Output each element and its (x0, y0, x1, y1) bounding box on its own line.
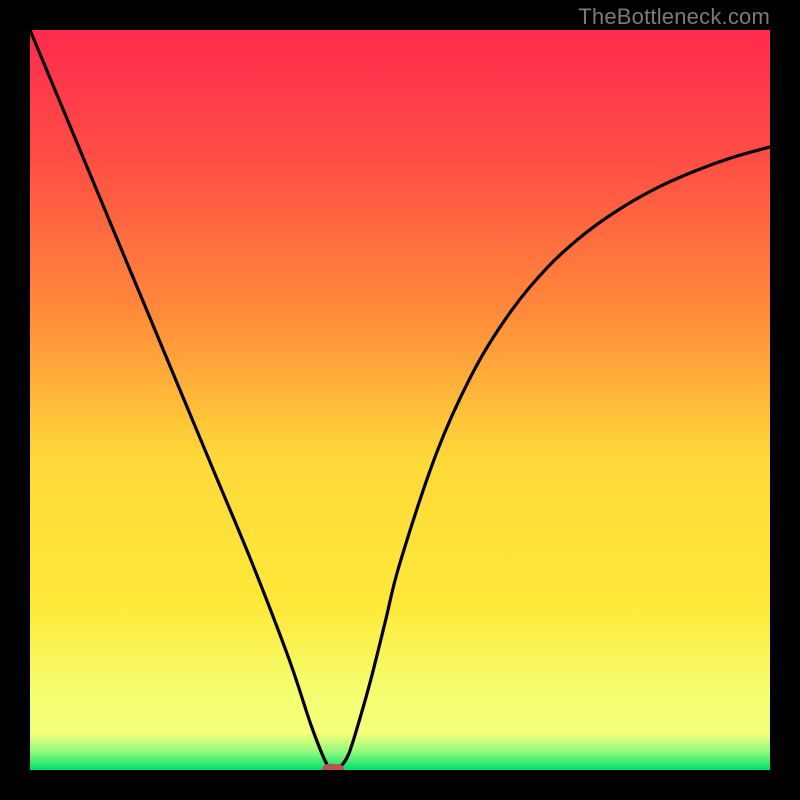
optimal-point-marker (322, 764, 344, 770)
bottleneck-curve (30, 30, 770, 770)
chart-stage: TheBottleneck.com (0, 0, 800, 800)
watermark-text: TheBottleneck.com (578, 4, 770, 30)
plot-area (30, 30, 770, 770)
